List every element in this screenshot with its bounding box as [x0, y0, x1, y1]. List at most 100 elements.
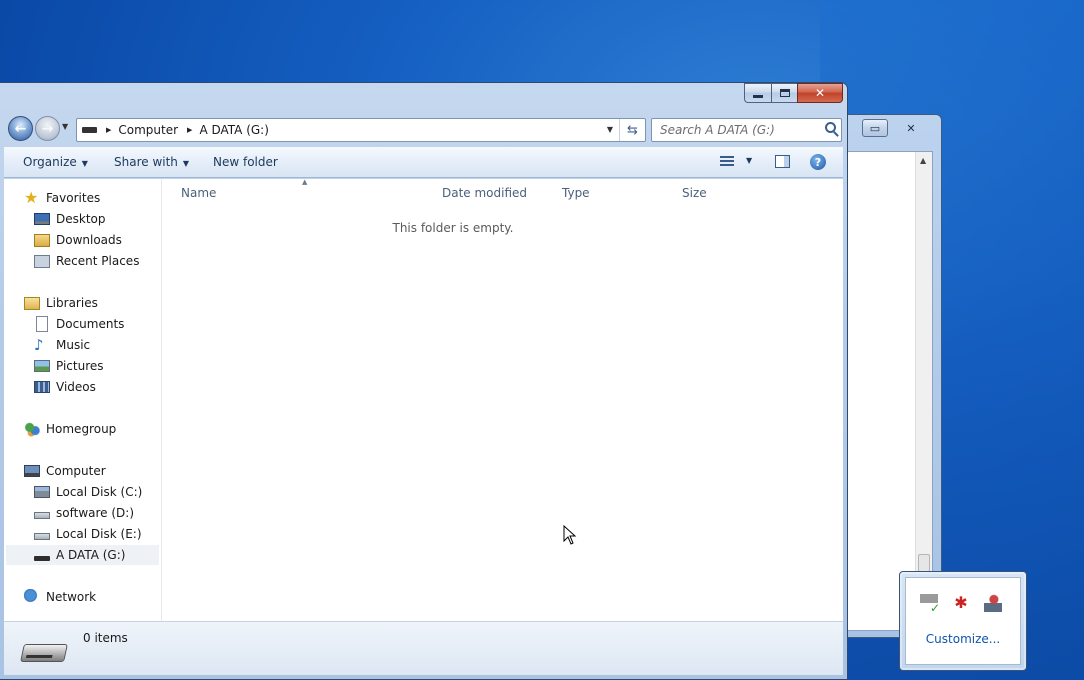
user-status-icon[interactable] [984, 594, 1002, 612]
nav-recent-places[interactable]: Recent Places [34, 251, 139, 271]
safely-remove-hardware-icon[interactable] [920, 594, 940, 615]
details-pane: 0 items [4, 621, 843, 675]
nav-label: Music [56, 338, 91, 352]
usb-drive-icon [34, 555, 50, 561]
nav-pictures[interactable]: Pictures [34, 356, 104, 376]
refresh-button[interactable]: ⇆ [619, 119, 645, 141]
documents-icon [36, 316, 48, 332]
nav-label: Homegroup [46, 422, 117, 436]
caption-buttons: ✕ [744, 83, 843, 103]
chevron-down-icon: ▼ [182, 159, 190, 168]
nav-label: Local Disk (E:) [56, 527, 142, 541]
bg-window-content: ▲ [840, 151, 933, 631]
nav-label: Network [46, 590, 97, 604]
empty-folder-message: This folder is empty. [392, 221, 514, 235]
scroll-up-arrow-icon[interactable]: ▲ [920, 156, 926, 165]
nav-documents[interactable]: Documents [34, 314, 124, 334]
nav-label: Recent Places [56, 254, 140, 268]
nav-label: Downloads [56, 233, 122, 247]
item-count: 0 items [83, 631, 128, 645]
downloads-folder-icon [34, 233, 50, 247]
column-header-name[interactable]: Name [181, 186, 216, 200]
bg-scrollbar[interactable]: ▲ [915, 152, 932, 630]
breadcrumb-arrow-icon[interactable]: ▶ [187, 126, 192, 134]
nav-network[interactable]: Network [24, 587, 96, 607]
nav-downloads[interactable]: Downloads [34, 230, 122, 250]
system-disk-icon [34, 486, 50, 498]
bg-maximize-button[interactable]: ▭ [862, 119, 888, 137]
nav-software-d[interactable]: software (D:) [34, 503, 134, 523]
forward-button[interactable]: → [35, 116, 60, 141]
nav-label: Computer [46, 464, 106, 478]
minimize-button[interactable] [744, 83, 771, 103]
preview-pane-icon[interactable] [775, 155, 790, 168]
nav-label: Pictures [56, 359, 104, 373]
nav-a-data-g[interactable]: A DATA (G:) [6, 545, 159, 565]
nav-music[interactable]: ♪ Music [34, 335, 90, 355]
nav-label: Documents [56, 317, 125, 331]
breadcrumb-current-drive[interactable]: A DATA (G:) [199, 123, 268, 137]
chevron-down-icon: ▼ [81, 159, 88, 168]
nav-libraries[interactable]: Libraries [24, 293, 98, 313]
hard-disk-icon [34, 533, 50, 540]
pictures-icon [34, 360, 50, 372]
nav-desktop[interactable]: Desktop [34, 209, 106, 229]
explorer-window: ✕ ← → ▼ ▶ Computer ▶ A DATA (G:) ▼ ⇆ Sea… [0, 82, 848, 680]
maximize-button[interactable] [771, 83, 797, 103]
nav-label: Favorites [46, 191, 101, 205]
navigation-pane: ★ Favorites Desktop Downloads Recent Plac… [4, 179, 162, 621]
film-strip-icon [34, 381, 50, 393]
column-header-date-modified[interactable]: Date modified [442, 186, 527, 200]
search-icon[interactable] [825, 122, 836, 133]
view-options-dropdown[interactable]: ▼ [746, 156, 752, 165]
nav-homegroup[interactable]: Homegroup [24, 419, 116, 439]
back-arrow-icon: ← [14, 120, 27, 137]
address-history-dropdown[interactable]: ▼ [607, 125, 613, 134]
close-button[interactable]: ✕ [797, 83, 843, 103]
scroll-thumb[interactable] [918, 554, 930, 572]
sort-ascending-icon: ▲ [302, 178, 308, 186]
nav-label: Desktop [56, 212, 106, 226]
bg-close-button[interactable]: ✕ [898, 119, 924, 137]
help-icon[interactable]: ? [810, 154, 826, 170]
content-area: ★ Favorites Desktop Downloads Recent Plac… [4, 178, 843, 621]
breadcrumb-computer[interactable]: Computer [118, 123, 178, 137]
background-window[interactable]: ▭ ✕ ▲ [840, 114, 942, 638]
organize-label: Organize [23, 155, 77, 169]
search-box[interactable]: Search A DATA (G:) [651, 118, 842, 142]
command-bar: Organize ▼ Share with ▼ New folder ▼ ? [4, 147, 843, 178]
column-header-type[interactable]: Type [562, 186, 590, 200]
nav-local-disk-c[interactable]: Local Disk (C:) [34, 482, 142, 502]
nav-computer[interactable]: Computer [24, 461, 106, 481]
nav-local-disk-e[interactable]: Local Disk (E:) [34, 524, 142, 544]
antivirus-bug-icon[interactable]: ✱ [952, 594, 970, 612]
homegroup-icon [24, 421, 40, 437]
refresh-icon: ⇆ [627, 122, 638, 138]
back-button[interactable]: ← [8, 116, 33, 141]
search-placeholder[interactable]: Search A DATA (G:) [660, 123, 775, 137]
network-globe-icon [24, 589, 40, 605]
nav-videos[interactable]: Videos [34, 377, 96, 397]
computer-icon [24, 465, 40, 477]
file-list[interactable]: Name ▲ Date modified Type Size This fold… [163, 178, 843, 621]
column-header-size[interactable]: Size [682, 186, 707, 200]
usb-drive-icon [82, 127, 97, 133]
libraries-icon [24, 296, 40, 310]
address-bar[interactable]: ▶ Computer ▶ A DATA (G:) ▼ ⇆ [76, 118, 646, 142]
nav-label: A DATA (G:) [56, 548, 126, 562]
change-view-icon[interactable] [720, 156, 734, 167]
maximize-icon [779, 89, 790, 97]
breadcrumb-arrow-icon[interactable]: ▶ [106, 126, 111, 134]
customize-link[interactable]: Customize... [906, 632, 1020, 646]
recent-pages-dropdown[interactable]: ▼ [62, 122, 68, 131]
nav-favorites[interactable]: ★ Favorites [24, 188, 100, 208]
new-folder-button[interactable]: New folder [213, 155, 278, 169]
music-note-icon: ♪ [34, 336, 44, 354]
breadcrumb: ▶ Computer ▶ A DATA (G:) [97, 119, 269, 141]
share-with-button[interactable]: Share with ▼ [114, 155, 189, 169]
nav-label: software (D:) [56, 506, 134, 520]
share-with-label: Share with [114, 155, 178, 169]
minimize-icon [753, 94, 763, 98]
organize-button[interactable]: Organize ▼ [23, 155, 88, 169]
hard-disk-icon [34, 512, 50, 519]
